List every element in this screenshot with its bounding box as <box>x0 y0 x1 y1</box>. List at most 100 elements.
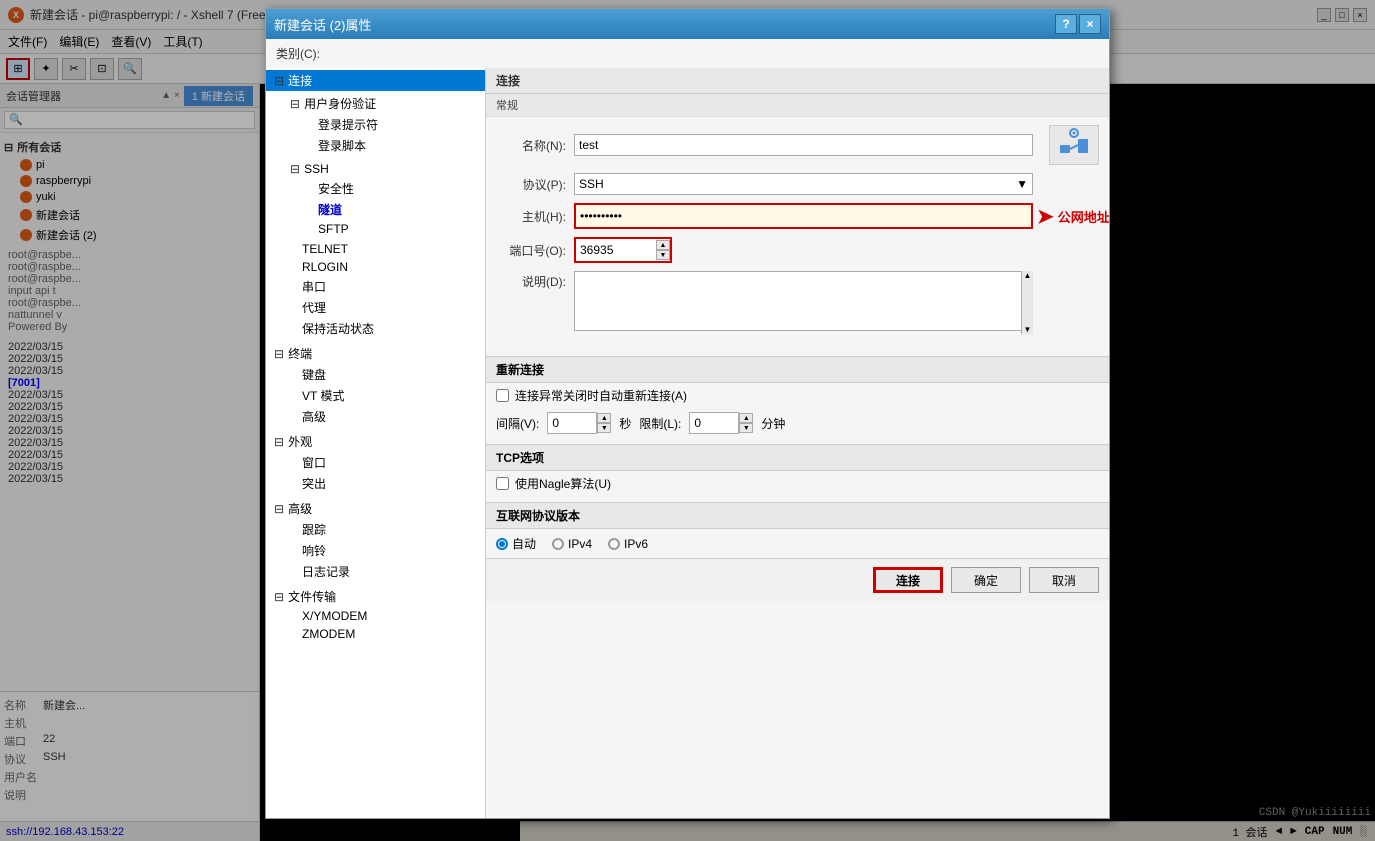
radio-ipv6-label: IPv6 <box>624 537 648 551</box>
interval-spinner: ▲ ▼ <box>597 413 611 433</box>
desc-scroll-up[interactable]: ▲ <box>1022 271 1033 280</box>
leaf-serial[interactable]: 串口 <box>282 276 485 297</box>
interval-unit: 秒 <box>619 415 631 432</box>
radio-ipv4-label: IPv4 <box>568 537 592 551</box>
leaf-keyboard[interactable]: 键盘 <box>282 364 485 385</box>
protocol-select[interactable]: SSH ▼ <box>574 173 1033 195</box>
interval-label: 间隔(V): <box>496 415 539 432</box>
node-connection-label[interactable]: ⊟ 连接 <box>266 70 485 91</box>
node-appearance-label[interactable]: ⊟ 外观 <box>266 431 485 452</box>
description-input[interactable] <box>574 271 1033 331</box>
interval-input[interactable] <box>547 412 597 434</box>
node-ssh-label[interactable]: ⊟ SSH <box>282 160 485 178</box>
reconnect-label: 连接异常关闭时自动重新连接(A) <box>515 387 687 404</box>
leaf-advanced[interactable]: 高级 <box>282 406 485 427</box>
leaf-sftp[interactable]: SFTP <box>298 220 485 238</box>
host-row: 主机(H): ➤ 公网地址 <box>496 203 1099 229</box>
limit-input-group: ▲ ▼ <box>689 412 753 434</box>
leaf-login-script[interactable]: 登录脚本 <box>298 135 485 156</box>
minus-icon-5: ⊟ <box>274 435 284 449</box>
protocol-value: SSH <box>579 177 604 191</box>
description-row: 说明(D): ▲ ▼ <box>496 271 1099 334</box>
radio-ipv4[interactable]: IPv4 <box>552 537 592 551</box>
nagle-label: 使用Nagle算法(U) <box>515 475 611 492</box>
node-file-transfer-label[interactable]: ⊟ 文件传输 <box>266 586 485 607</box>
connect-button[interactable]: 连接 <box>873 567 943 593</box>
leaf-login-prompt[interactable]: 登录提示符 <box>298 114 485 135</box>
minus-icon-3: ⊟ <box>290 162 300 176</box>
radio-auto-label: 自动 <box>512 535 536 552</box>
radio-ipv4-dot <box>552 538 564 550</box>
host-label: 主机(H): <box>496 208 566 225</box>
radio-auto[interactable]: 自动 <box>496 535 536 552</box>
leaf-xymodem[interactable]: X/YMODEM <box>282 607 485 625</box>
tcp-row: 使用Nagle算法(U) <box>486 471 1109 496</box>
leaf-tunnel[interactable]: 隧道 <box>298 199 485 220</box>
interval-up-btn[interactable]: ▲ <box>597 413 611 423</box>
host-input[interactable] <box>576 205 1031 227</box>
leaf-telnet[interactable]: TELNET <box>282 240 485 258</box>
interval-down-btn[interactable]: ▼ <box>597 423 611 433</box>
nagle-checkbox[interactable] <box>496 477 509 490</box>
limit-down-btn[interactable]: ▼ <box>739 423 753 433</box>
leaf-proxy[interactable]: 代理 <box>282 297 485 318</box>
dialog-close-btn[interactable]: × <box>1079 14 1101 34</box>
node-advanced-label[interactable]: ⊟ 高级 <box>266 498 485 519</box>
name-input[interactable] <box>574 134 1033 156</box>
advanced-children: 跟踪 响铃 日志记录 <box>266 519 485 582</box>
leaf-keepalive[interactable]: 保持活动状态 <box>282 318 485 339</box>
radio-auto-dot <box>496 538 508 550</box>
cancel-button[interactable]: 取消 <box>1029 567 1099 593</box>
desc-scroll-down[interactable]: ▼ <box>1022 325 1033 334</box>
advanced-label: 高级 <box>288 500 312 517</box>
port-input-box: ▲ ▼ <box>574 237 672 263</box>
node-terminal: ⊟ 终端 键盘 VT 模式 高级 <box>266 341 485 429</box>
leaf-rlogin[interactable]: RLOGIN <box>282 258 485 276</box>
port-down-btn[interactable]: ▼ <box>656 250 670 260</box>
category-label: 类别(C): <box>266 39 1109 68</box>
leaf-zmodem[interactable]: ZMODEM <box>282 625 485 643</box>
reconnect-row: 连接异常关闭时自动重新连接(A) <box>486 383 1109 408</box>
protocol-row: 协议(P): SSH ▼ <box>496 173 1099 195</box>
leaf-bell[interactable]: 响铃 <box>282 540 485 561</box>
port-up-btn[interactable]: ▲ <box>656 240 670 250</box>
host-input-box <box>574 203 1033 229</box>
connection-label: 连接 <box>288 72 312 89</box>
node-file-transfer: ⊟ 文件传输 X/YMODEM ZMODEM <box>266 584 485 645</box>
limit-unit: 分钟 <box>761 415 785 432</box>
minus-icon-7: ⊟ <box>274 590 284 604</box>
leaf-trace[interactable]: 跟踪 <box>282 519 485 540</box>
connection-children: ⊟ 用户身份验证 登录提示符 登录脚本 ⊟ <box>266 91 485 339</box>
interval-input-group: ▲ ▼ <box>547 412 611 434</box>
leaf-vt-mode[interactable]: VT 模式 <box>282 385 485 406</box>
form-area: 名称(N): <box>486 117 1109 350</box>
appearance-label: 外观 <box>288 433 312 450</box>
minus-icon: ⊟ <box>274 74 284 88</box>
internet-section: 互联网协议版本 <box>486 502 1109 529</box>
category-tree: ⊟ 连接 ⊟ 用户身份验证 登录提示符 登录脚本 <box>266 68 486 818</box>
radio-ipv6[interactable]: IPv6 <box>608 537 648 551</box>
ip-version-group: 自动 IPv4 IPv6 <box>486 529 1109 558</box>
name-label: 名称(N): <box>496 137 566 154</box>
leaf-highlight[interactable]: 突出 <box>282 473 485 494</box>
leaf-window[interactable]: 窗口 <box>282 452 485 473</box>
port-input[interactable] <box>576 239 656 261</box>
limit-up-btn[interactable]: ▲ <box>739 413 753 423</box>
ok-button[interactable]: 确定 <box>951 567 1021 593</box>
node-user-auth-label[interactable]: ⊟ 用户身份验证 <box>282 93 485 114</box>
minus-icon-6: ⊟ <box>274 502 284 516</box>
content-panel: 连接 常规 名称(N): <box>486 68 1109 818</box>
host-annotation: ➤ 公网地址 <box>1037 204 1109 229</box>
description-label: 说明(D): <box>496 271 566 290</box>
public-ip-label: 公网地址 <box>1058 207 1109 226</box>
interval-row: 间隔(V): ▲ ▼ 秒 限制(L): ▲ ▼ <box>486 408 1109 438</box>
node-advanced: ⊟ 高级 跟踪 响铃 日志记录 <box>266 496 485 584</box>
node-terminal-label[interactable]: ⊟ 终端 <box>266 343 485 364</box>
dialog-title-bar: 新建会话 (2)属性 ? × <box>266 9 1109 39</box>
reconnect-checkbox[interactable] <box>496 389 509 402</box>
limit-input[interactable] <box>689 412 739 434</box>
section-sub: 常规 <box>486 94 1109 117</box>
dialog-help-btn[interactable]: ? <box>1055 14 1077 34</box>
leaf-security[interactable]: 安全性 <box>298 178 485 199</box>
leaf-log[interactable]: 日志记录 <box>282 561 485 582</box>
